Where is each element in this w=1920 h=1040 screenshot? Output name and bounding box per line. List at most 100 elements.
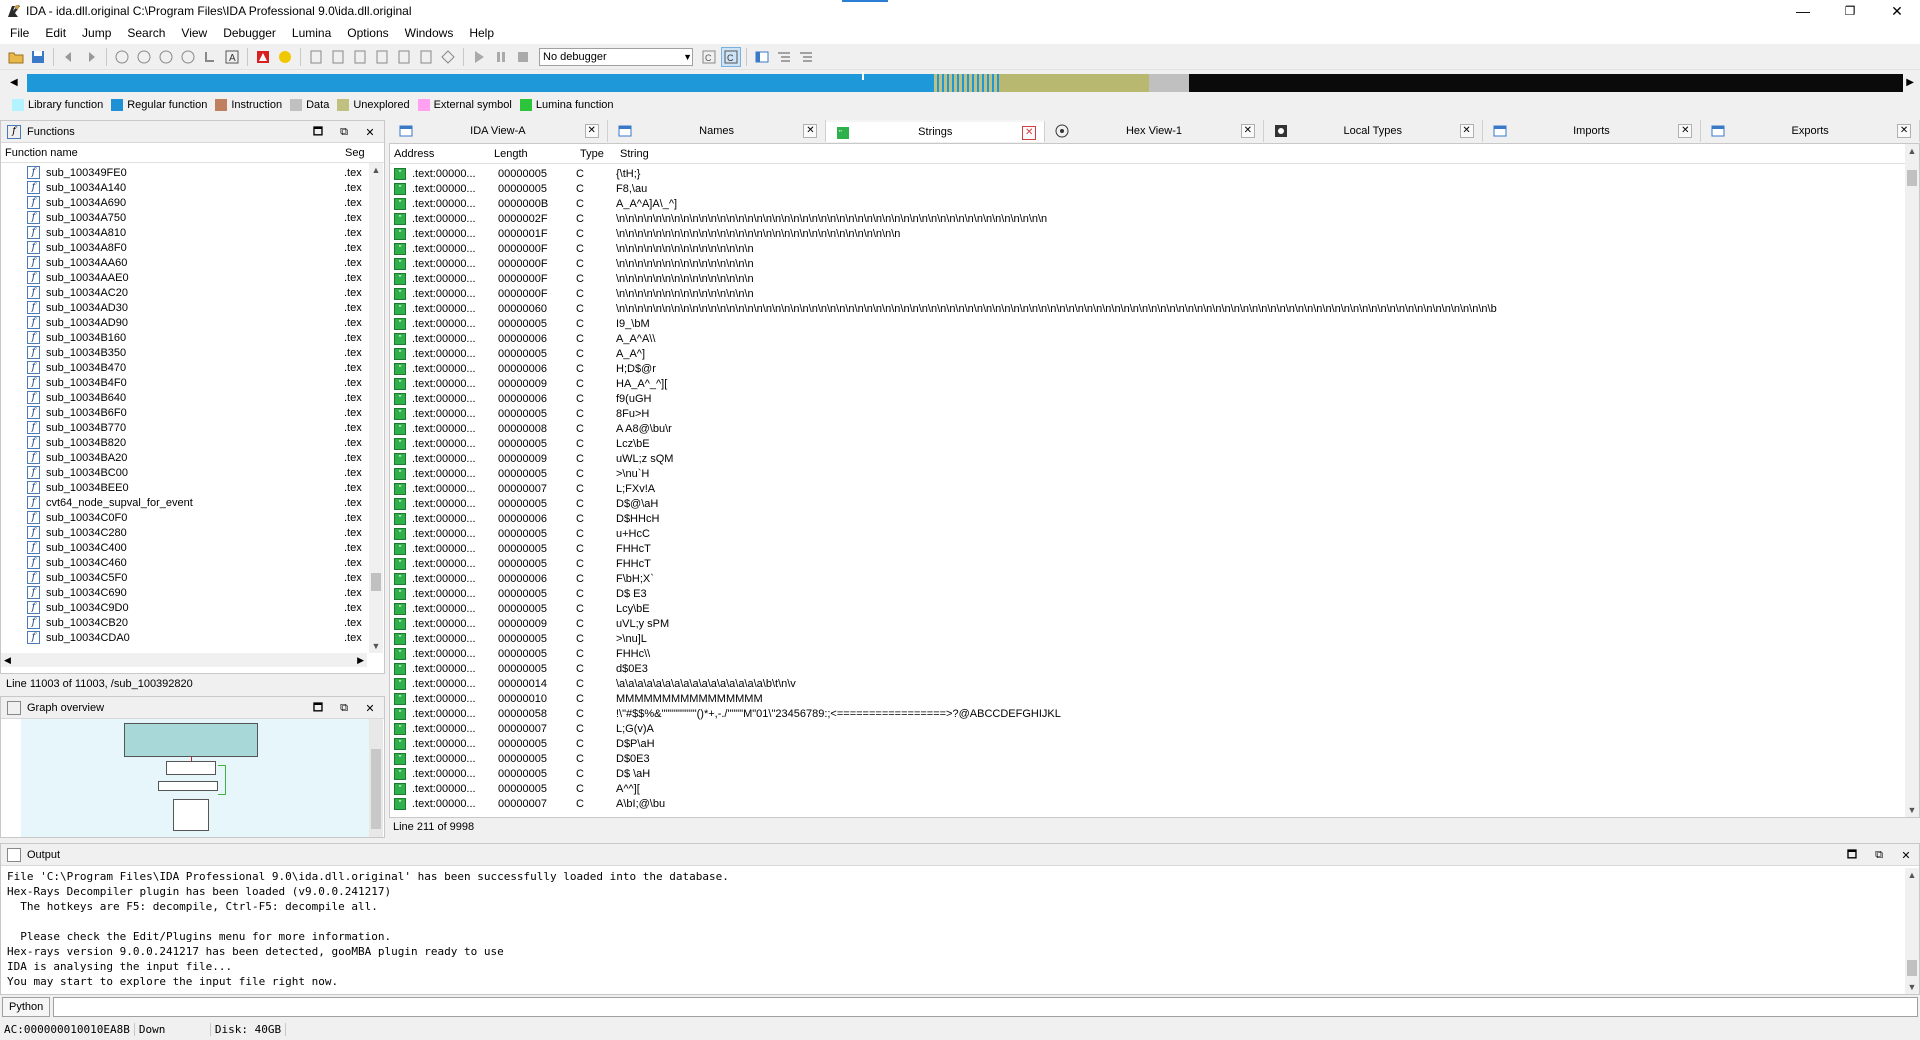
pause-icon[interactable] [491, 47, 511, 67]
functions-hscroll[interactable]: ◀ ▶ [1, 653, 367, 667]
enum-icon[interactable] [438, 47, 458, 67]
string-row[interactable]: " .text:00000... 00000005 C A_A^] [390, 346, 1919, 361]
scroll-down-icon[interactable]: ▼ [369, 639, 383, 653]
code-icon[interactable] [112, 47, 132, 67]
string-row[interactable]: " .text:00000... 00000005 C 8Fu>H [390, 406, 1919, 421]
menu-view[interactable]: View [173, 22, 215, 44]
scroll-thumb[interactable] [1907, 170, 1917, 186]
continue-icon[interactable]: C [721, 46, 741, 67]
scroll-left-icon[interactable]: ◀ [4, 655, 11, 666]
menu-lumina[interactable]: Lumina [284, 22, 339, 44]
function-row[interactable]: f sub_10034B770 .tex [1, 420, 384, 435]
string-row[interactable]: " .text:00000... 00000006 Cf9(uGH [390, 391, 1919, 406]
scroll-thumb[interactable] [371, 749, 381, 829]
segments-icon[interactable] [328, 47, 348, 67]
struct-icon[interactable] [416, 47, 436, 67]
function-row[interactable]: f sub_10034AC20 .tex [1, 285, 384, 300]
scroll-up-icon[interactable]: ▲ [369, 163, 383, 177]
undefine-icon[interactable] [156, 47, 176, 67]
output-log[interactable]: File 'C:\Program Files\IDA Professional … [1, 866, 1919, 989]
tab-local-types[interactable]: Local Types ✕ [1263, 120, 1483, 142]
function-row[interactable]: f sub_10034BC00 .tex [1, 465, 384, 480]
functions-vscroll[interactable]: ▲ ▼ [369, 163, 383, 653]
tab-strings[interactable]: " Strings ✕ [826, 120, 1046, 142]
menu-help[interactable]: Help [461, 22, 502, 44]
string-row[interactable]: " .text:00000... 00000010 C MMMMMMMMMMMMMMMM [390, 691, 1919, 706]
menu-options[interactable]: Options [339, 22, 396, 44]
output-vscroll[interactable]: ▲ ▼ [1905, 868, 1919, 994]
string-row[interactable]: " .text:00000... 00000006 C D$HHcH [390, 511, 1919, 526]
function-row[interactable]: f sub_10034A810 .tex [1, 225, 384, 240]
function-row[interactable]: f sub_10034B4F0 .tex [1, 375, 384, 390]
graph-overview-canvas[interactable] [21, 719, 374, 837]
nav-left-arrow-icon[interactable]: ◀ [10, 77, 18, 88]
string-row[interactable]: " .text:00000... 0000000F C \n\n\n\n\n\n\n\n… [390, 256, 1919, 271]
string-row[interactable]: " .text:00000... 00000005 C A^^][ [390, 781, 1919, 796]
save-icon[interactable] [28, 47, 48, 67]
string-row[interactable]: " .text:00000... 00000060 C \n\n\n\n\n\n\n\n… [390, 301, 1919, 316]
float-panel-icon[interactable]: ⧉ [335, 699, 353, 717]
breakpoint-icon[interactable] [253, 47, 273, 67]
string-row[interactable]: " .text:00000... 0000000F C \n\n\n\n\n\n\n\n… [390, 271, 1919, 286]
string-row[interactable]: " .text:00000... 00000005 C D$ E3 [390, 586, 1919, 601]
col-address[interactable]: Address [390, 148, 494, 160]
forward-icon[interactable] [81, 47, 101, 67]
function-row[interactable]: f sub_10034AA60 .tex [1, 255, 384, 270]
col-type[interactable]: Type [580, 148, 620, 160]
text-icon[interactable]: A [222, 47, 242, 67]
function-row[interactable]: f sub_10034C9D0 .tex [1, 600, 384, 615]
tab-hex-view-1[interactable]: Hex View-1 ✕ [1045, 120, 1264, 142]
function-row[interactable]: f sub_10034C5F0 .tex [1, 570, 384, 585]
function-row[interactable]: f sub_10034CB20 .tex [1, 615, 384, 630]
function-row[interactable]: f sub_10034A750 .tex [1, 210, 384, 225]
scroll-up-icon[interactable]: ▲ [1905, 144, 1919, 158]
function-row[interactable]: f sub_10034BA20 .tex [1, 450, 384, 465]
close-panel-icon[interactable]: ✕ [361, 123, 379, 141]
navigation-band[interactable]: ◀ ▶ [0, 71, 1920, 96]
close-panel-icon[interactable]: ✕ [361, 699, 379, 717]
function-row[interactable]: f sub_10034A8F0 .tex [1, 240, 384, 255]
function-row[interactable]: f sub_10034B470 .tex [1, 360, 384, 375]
function-row[interactable]: f sub_10034AD30 .tex [1, 300, 384, 315]
function-row[interactable]: f sub_10034CDA0 .tex [1, 630, 384, 645]
close-tab-icon[interactable]: ✕ [584, 124, 599, 138]
strings-list[interactable]: " .text:00000... 00000005 C {\tH;} " .text:000… [390, 164, 1919, 814]
string-row[interactable]: " .text:00000... 0000000B C A_A^A]A\_^] [390, 196, 1919, 211]
scroll-thumb[interactable] [371, 573, 381, 591]
data-icon[interactable] [134, 47, 154, 67]
graph-icon[interactable] [350, 47, 370, 67]
tab-ida-view-a[interactable]: IDA View-A ✕ [389, 120, 608, 142]
function-row[interactable]: f sub_100349FE0 .tex [1, 165, 384, 180]
float-panel-icon[interactable]: ⧉ [1870, 846, 1888, 864]
scroll-thumb[interactable] [1907, 960, 1917, 976]
string-row[interactable]: " .text:00000... 00000009 C HA_A^_^][ [390, 376, 1919, 391]
string-row[interactable]: " .text:00000... 00000005 C FHHcT [390, 556, 1919, 571]
float-panel-icon[interactable]: ⧉ [335, 123, 353, 141]
jump-icon[interactable] [200, 47, 220, 67]
function-row[interactable]: f sub_10034B350 .tex [1, 345, 384, 360]
strings-vscroll[interactable]: ▲ ▼ [1905, 144, 1919, 817]
attach-icon[interactable]: C [699, 47, 719, 67]
maximize-button[interactable]: ❐ [1827, 0, 1873, 22]
string-row[interactable]: " .text:00000... 00000005 C F8,\au [390, 181, 1919, 196]
close-tab-icon[interactable]: ✕ [803, 124, 818, 138]
string-row[interactable]: " .text:00000... 0000000F C \n\n\n\n\n\n\n\n… [390, 286, 1919, 301]
string-row[interactable]: " .text:00000... 00000005 C FHHcT [390, 541, 1919, 556]
col-length[interactable]: Length [494, 148, 580, 160]
function-row[interactable]: f sub_10034AD90 .tex [1, 315, 384, 330]
string-row[interactable]: " .text:00000... 00000007 C L;FXv!A [390, 481, 1919, 496]
xref-icon[interactable] [372, 47, 392, 67]
string-row[interactable]: " .text:00000... 00000005 C D$0E3 [390, 751, 1919, 766]
nav-right-arrow-icon[interactable]: ▶ [1906, 77, 1914, 88]
maximize-panel-icon[interactable]: 🗖 [309, 699, 327, 717]
function-row[interactable]: f sub_10034C0F0 .tex [1, 510, 384, 525]
menu-jump[interactable]: Jump [74, 22, 119, 44]
function-row[interactable]: f sub_10034A140 .tex [1, 180, 384, 195]
close-panel-icon[interactable]: ✕ [1897, 846, 1915, 864]
string-row[interactable]: " .text:00000... 00000058 C !\"#$$%&"""""""… [390, 706, 1919, 721]
open-icon[interactable] [6, 47, 26, 67]
navigation-band-bar[interactable] [27, 72, 1903, 92]
close-window-button[interactable]: ✕ [1874, 0, 1920, 22]
string-row[interactable]: " .text:00000... 00000007 C A\bI;@\bu [390, 796, 1919, 811]
string-row[interactable]: " .text:00000... 00000005 C >\nu]L [390, 631, 1919, 646]
